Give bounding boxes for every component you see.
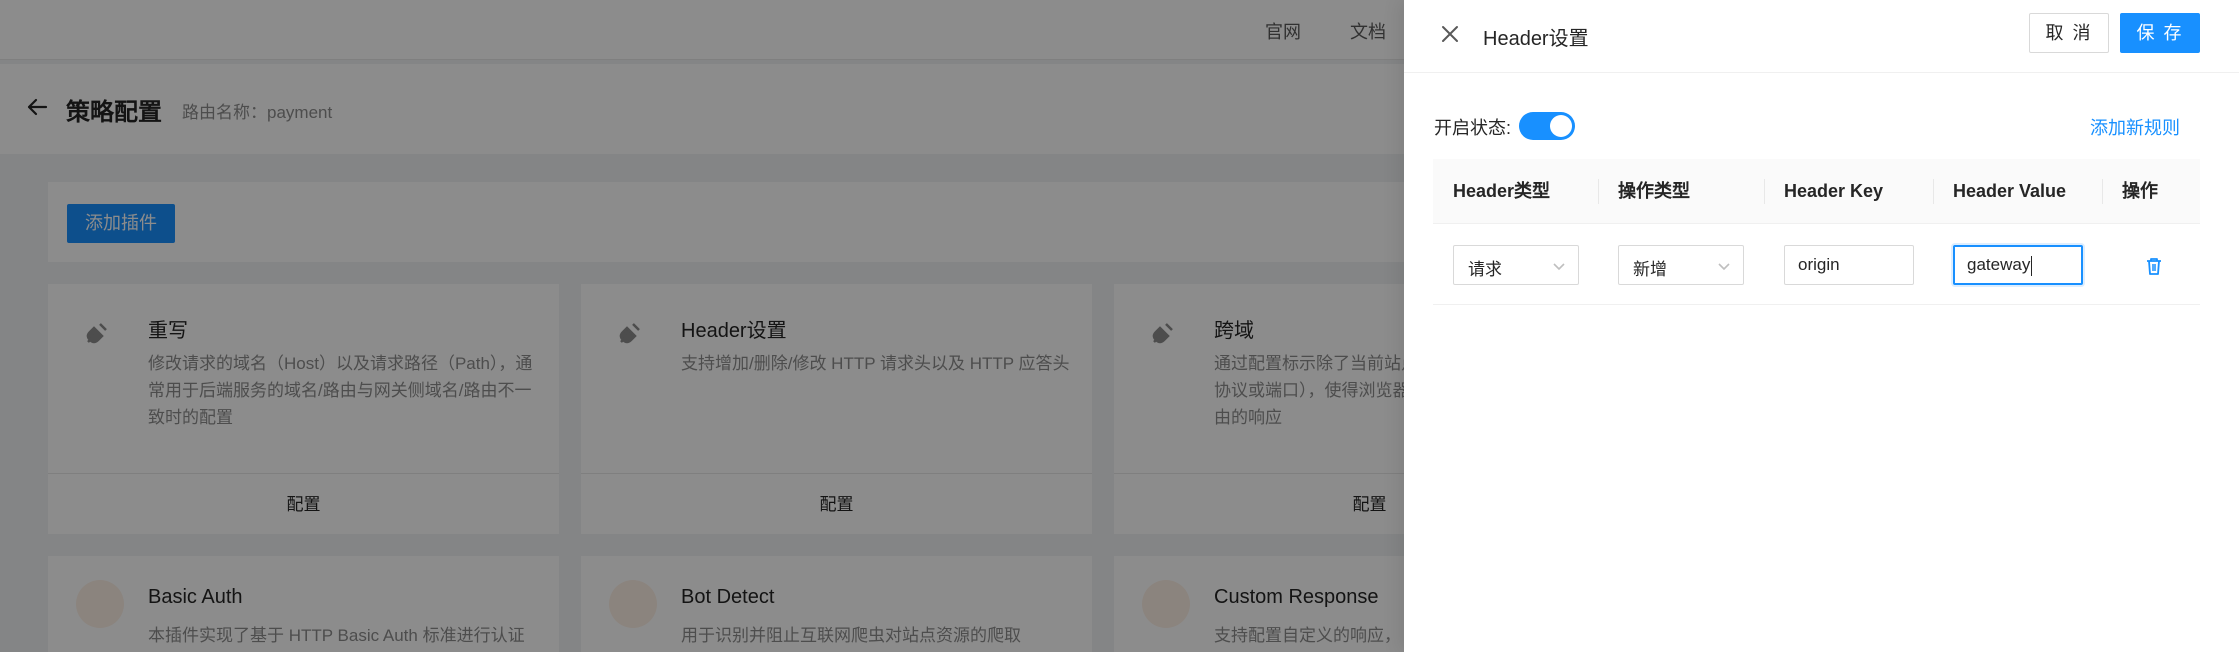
input-value: origin: [1798, 255, 1840, 274]
status-label: 开启状态:: [1434, 118, 1512, 138]
column-op-type: 操作类型: [1618, 181, 1690, 201]
header-type-select[interactable]: 请求: [1453, 245, 1579, 285]
text-cursor: [2031, 255, 2033, 276]
op-type-select[interactable]: 新增: [1618, 245, 1744, 285]
add-rule-link[interactable]: 添加新规则: [2090, 114, 2180, 140]
close-icon[interactable]: [1440, 24, 1460, 44]
column-header-type: Header类型: [1453, 181, 1551, 201]
chevron-down-icon: [1718, 263, 1730, 271]
modal-mask[interactable]: [0, 0, 1404, 652]
table-header: Header类型 操作类型 Header Key Header Value 操作: [1433, 159, 2200, 224]
select-value: 请求: [1468, 260, 1502, 279]
select-value: 新增: [1633, 260, 1667, 279]
header-key-input[interactable]: origin: [1784, 245, 1914, 285]
header-value-input[interactable]: gateway: [1953, 245, 2083, 285]
chevron-down-icon: [1553, 263, 1565, 271]
header-settings-drawer: Header设置 取 消 保 存 开启状态: 添加新规则 Header类型 操作…: [1404, 0, 2239, 652]
column-header-value: Header Value: [1953, 181, 2067, 201]
column-header-key: Header Key: [1784, 181, 1884, 201]
drawer-header: Header设置 取 消 保 存: [1404, 0, 2239, 73]
save-button[interactable]: 保 存: [2120, 13, 2200, 53]
enabled-switch[interactable]: [1519, 112, 1575, 140]
switch-knob: [1550, 115, 1572, 137]
cancel-button[interactable]: 取 消: [2029, 13, 2109, 53]
table-row: 请求 新增 origin gateway: [1433, 224, 2200, 305]
column-actions: 操作: [2122, 181, 2158, 201]
input-value: gateway: [1967, 255, 2031, 274]
delete-icon[interactable]: [2145, 256, 2163, 276]
drawer-title: Header设置: [1483, 28, 1589, 50]
